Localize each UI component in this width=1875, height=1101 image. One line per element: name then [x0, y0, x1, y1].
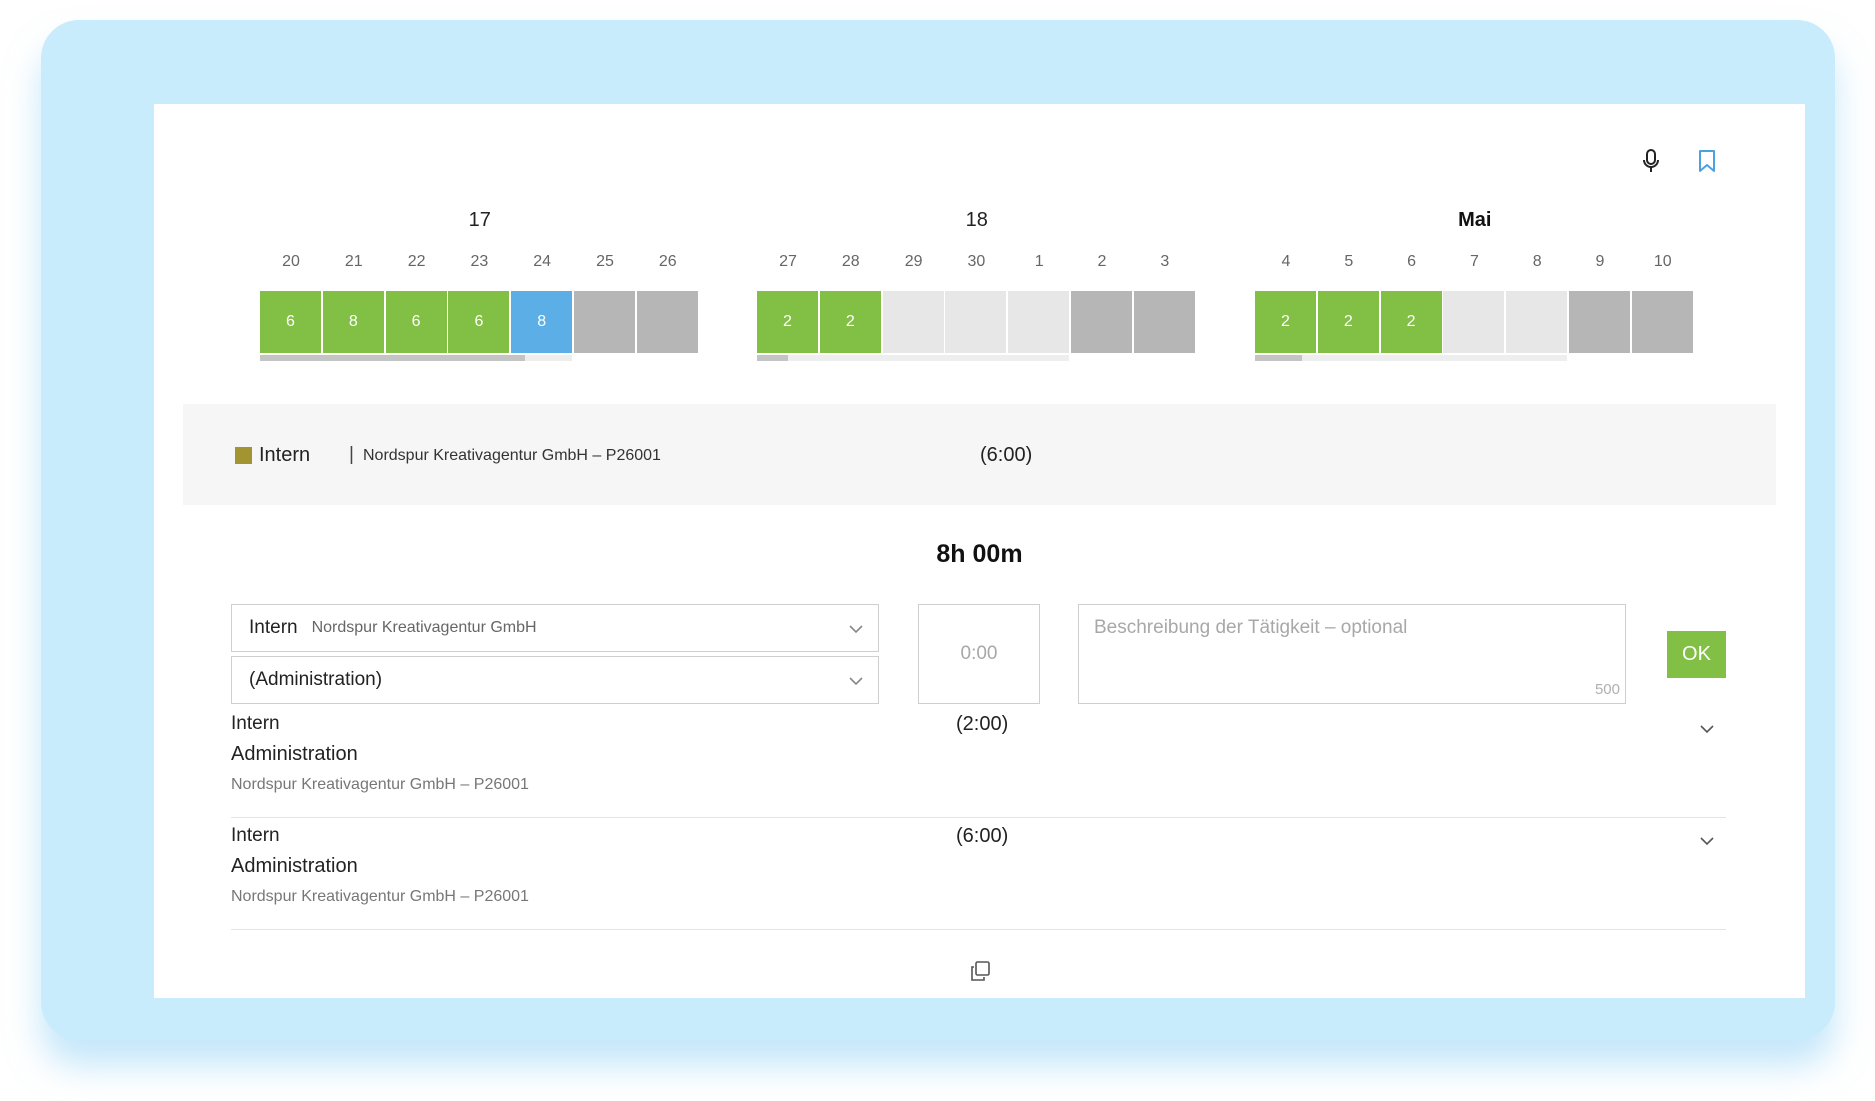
day-summary-row[interactable]: Intern | Nordspur Kreativagentur GmbH – …: [183, 404, 1776, 505]
day-cell[interactable]: 6: [448, 291, 510, 353]
time-tracking-panel: 17 20 6 21 8 22 6 23 6 24 8 25 26 18 27 2 28 2 29 30 1 2 3 Mai 4…: [154, 104, 1805, 998]
chevron-down-icon: [849, 625, 863, 634]
category-color-swatch: [235, 447, 252, 464]
day-number: 8: [1532, 253, 1542, 270]
day-number: 22: [407, 253, 426, 270]
day-number: 5: [1344, 253, 1354, 270]
day-number: 28: [841, 253, 860, 270]
summary-separator: |: [349, 444, 354, 465]
app-frame: 17 20 6 21 8 22 6 23 6 24 8 25 26 18 27 2 28 2 29 30 1 2 3 Mai 4…: [41, 20, 1835, 1040]
day-cell[interactable]: [1008, 291, 1070, 353]
entry-project: Nordspur Kreativagentur GmbH – P26001: [231, 776, 529, 793]
day-cell[interactable]: [945, 291, 1007, 353]
day-cell[interactable]: [1071, 291, 1132, 353]
day-number: 23: [470, 253, 489, 270]
character-counter: 500: [1594, 681, 1620, 698]
summary-duration: (6:00): [980, 444, 1033, 466]
entry-duration: (2:00): [956, 713, 1009, 735]
time-input[interactable]: 0:00: [918, 604, 1040, 704]
ok-button[interactable]: OK: [1667, 631, 1726, 678]
day-number: 2: [1097, 253, 1107, 270]
week-progress-fill: [1255, 355, 1302, 361]
chevron-down-icon[interactable]: [1696, 718, 1718, 740]
summary-category: Intern: [259, 444, 311, 466]
day-number: 3: [1160, 253, 1170, 270]
task-select-value: (Administration): [249, 669, 383, 690]
day-number: 6: [1407, 253, 1417, 270]
day-number: 4: [1281, 253, 1291, 270]
summary-project: Nordspur Kreativagentur GmbH – P26001: [363, 447, 661, 464]
day-number: 1: [1034, 253, 1044, 270]
day-cell[interactable]: 2: [1255, 291, 1316, 353]
chevron-down-icon[interactable]: [1696, 830, 1718, 852]
total-duration: 8h 00m: [936, 540, 1023, 568]
description-placeholder: Beschreibung der Tätigkeit – optional: [1094, 617, 1408, 638]
day-cell[interactable]: 2: [757, 291, 818, 353]
time-entry[interactable]: Intern Administration Nordspur Kreativag…: [231, 818, 1726, 930]
day-number: 24: [533, 253, 552, 270]
week-label: Mai: [1458, 209, 1492, 231]
day-number: 27: [779, 253, 797, 270]
day-number: 10: [1653, 253, 1672, 270]
bookmark-icon[interactable]: [1692, 146, 1722, 176]
week-label: 18: [965, 209, 988, 231]
day-cell[interactable]: [1569, 291, 1630, 353]
day-number: 30: [967, 253, 986, 270]
day-number: 29: [904, 253, 923, 270]
microphone-icon[interactable]: [1636, 146, 1666, 176]
day-number: 26: [658, 253, 677, 270]
day-cell[interactable]: [574, 291, 635, 353]
day-cell[interactable]: 2: [1380, 291, 1442, 353]
day-cell[interactable]: [1506, 291, 1568, 353]
category-client-select[interactable]: Intern Nordspur Kreativagentur GmbH: [231, 604, 879, 652]
time-entry[interactable]: Intern Administration Nordspur Kreativag…: [231, 706, 1726, 818]
entry-duration: (6:00): [956, 825, 1009, 847]
day-cell[interactable]: [636, 291, 698, 353]
week-progress-track: [260, 355, 573, 361]
chevron-down-icon: [849, 677, 863, 686]
day-number: 21: [344, 253, 363, 270]
category-select-value: Intern: [249, 617, 298, 638]
copy-icon[interactable]: [968, 959, 992, 983]
day-cell[interactable]: 8: [511, 291, 573, 353]
day-number: 7: [1469, 253, 1479, 270]
week-progress-track: [1255, 355, 1568, 361]
entry-category: Intern: [231, 713, 280, 734]
client-select-value: Nordspur Kreativagentur GmbH: [311, 619, 537, 636]
day-cell[interactable]: [882, 291, 944, 353]
week-label: 17: [468, 209, 491, 231]
day-cell[interactable]: [1133, 291, 1195, 353]
day-number: 25: [596, 253, 614, 270]
entry-task: Administration: [231, 743, 358, 765]
day-cell[interactable]: [1631, 291, 1693, 353]
entry-category: Intern: [231, 825, 280, 846]
entry-task: Administration: [231, 855, 358, 877]
day-cell[interactable]: 8: [322, 291, 384, 353]
day-cell[interactable]: 6: [385, 291, 447, 353]
day-cell[interactable]: 6: [260, 291, 321, 353]
description-textarea[interactable]: Beschreibung der Tätigkeit – optional 50…: [1078, 604, 1626, 704]
task-select[interactable]: (Administration): [231, 656, 879, 704]
day-number: 9: [1595, 253, 1605, 270]
week-progress-fill: [260, 355, 526, 361]
week-progress-track: [757, 355, 1070, 361]
entry-project: Nordspur Kreativagentur GmbH – P26001: [231, 888, 529, 905]
day-cell[interactable]: [1443, 291, 1505, 353]
week-progress-fill: [757, 355, 789, 361]
day-cell[interactable]: 2: [1317, 291, 1379, 353]
day-number: 20: [282, 253, 300, 270]
day-cell[interactable]: 2: [819, 291, 881, 353]
